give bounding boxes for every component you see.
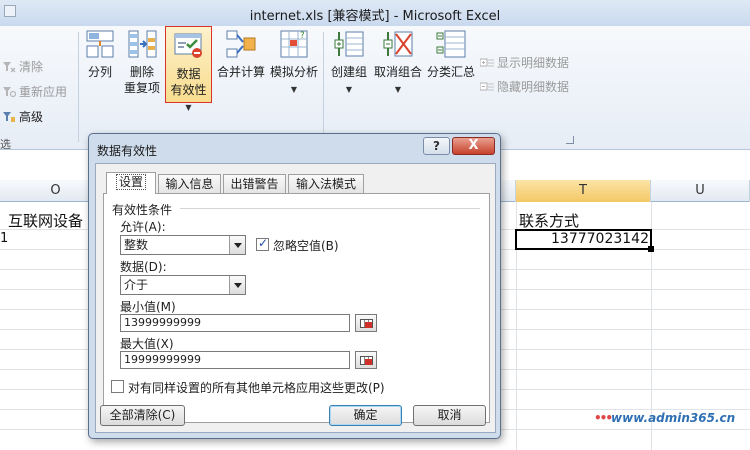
max-range-selector-button[interactable] <box>355 351 377 369</box>
hide-detail-icon <box>480 82 494 90</box>
group-separator <box>78 32 79 142</box>
ignore-blank-label: 忽略空值(B) <box>273 239 339 253</box>
max-value-input[interactable]: 19999999999 <box>120 351 350 369</box>
remove-duplicates-button[interactable]: 删除 重复项 <box>120 28 164 96</box>
sort-filter-group-label: 选 <box>0 138 11 151</box>
data-validation-button[interactable]: 数据 有效性 ▼ <box>165 26 212 112</box>
whatif-analysis-icon: ? <box>278 28 310 60</box>
clear-label: 清除 <box>19 60 44 74</box>
remove-duplicates-icon <box>126 28 158 60</box>
tab-settings-label: 设置 <box>115 174 146 190</box>
cell-t1[interactable]: 联系方式 <box>519 210 579 231</box>
data-validation-line2: 有效性 ▼ <box>170 83 207 112</box>
fill-handle[interactable] <box>648 246 654 252</box>
ungroup-icon <box>382 28 414 60</box>
hide-detail-button[interactable]: 隐藏明细数据 <box>480 78 569 95</box>
ignore-blank-checkbox[interactable] <box>256 236 269 251</box>
title-bar: internet.xls [兼容模式] - Microsoft Excel <box>0 0 750 26</box>
subtotal-button[interactable]: 分类汇总 <box>425 28 477 80</box>
column-header-t[interactable]: T <box>516 180 651 202</box>
group-separator <box>323 32 324 142</box>
tab-settings[interactable]: 设置 <box>106 172 156 194</box>
data-validation-dialog: 数据有效性 ? X 设置 输入信息 出错警告 输入法模式 有效性条件 允许(A)… <box>88 133 501 439</box>
max-label: 最大值(X) <box>120 337 174 351</box>
data-validation-icon <box>173 30 205 62</box>
tab-input-message[interactable]: 输入信息 <box>158 174 221 193</box>
close-button[interactable]: X <box>452 137 495 155</box>
consolidate-icon <box>225 28 257 60</box>
show-detail-button[interactable]: 显示明细数据 <box>480 54 569 71</box>
group-button[interactable]: 创建组 ▼ <box>327 28 371 98</box>
subtotal-label: 分类汇总 <box>426 65 475 79</box>
chevron-down-icon[interactable] <box>229 236 245 254</box>
help-icon: ? <box>433 139 440 153</box>
reapply-label: 重新应用 <box>19 85 68 99</box>
reapply-icon <box>3 86 16 97</box>
text-to-columns-button[interactable]: 分列 <box>82 28 118 80</box>
settings-panel: 有效性条件 允许(A): 整数 忽略空值(B) 数据(D): 介于 最小值(M)… <box>103 193 490 423</box>
cell-row2-fragment[interactable]: 1 <box>0 231 8 246</box>
advanced-filter-button[interactable]: 高级 <box>2 108 43 125</box>
tab-ime-mode[interactable]: 输入法模式 <box>288 174 364 193</box>
watermark: •••www.admin365.cn <box>594 411 736 425</box>
group-icon <box>333 28 365 60</box>
remove-duplicates-line2: 重复项 <box>123 81 160 95</box>
data-operator-value: 介于 <box>124 278 149 292</box>
cell-o1[interactable]: 互联网设备 <box>8 210 83 231</box>
remove-duplicates-line1: 删除 <box>129 65 154 79</box>
whatif-analysis-button[interactable]: ? 模拟分析 ▼ <box>268 28 320 98</box>
subtotal-icon <box>435 28 467 60</box>
apply-all-label: 对有同样设置的所有其他单元格应用这些更改(P) <box>128 381 385 395</box>
dropdown-arrow-icon: ▼ <box>290 85 298 94</box>
min-value-input[interactable]: 13999999999 <box>120 314 350 332</box>
cell-t2[interactable]: 13777023142 <box>519 231 649 247</box>
close-icon: X <box>468 138 479 153</box>
advanced-filter-icon <box>3 111 15 122</box>
dialog-body: 设置 输入信息 出错警告 输入法模式 有效性条件 允许(A): 整数 忽略空值(… <box>95 163 496 433</box>
section-title: 有效性条件 <box>112 203 173 217</box>
allow-select[interactable]: 整数 <box>120 235 246 255</box>
reapply-button[interactable]: 重新应用 <box>2 83 67 100</box>
data-operator-select[interactable]: 介于 <box>120 275 246 295</box>
clear-button[interactable]: 清除 <box>2 58 43 75</box>
window-title: internet.xls [兼容模式] - Microsoft Excel <box>249 9 501 24</box>
text-to-columns-icon <box>84 28 116 60</box>
show-detail-label: 显示明细数据 <box>497 56 570 70</box>
svg-text:?: ? <box>300 31 305 41</box>
ok-button[interactable]: 确定 <box>329 405 402 426</box>
advanced-label: 高级 <box>19 110 44 124</box>
min-range-selector-button[interactable] <box>355 314 377 332</box>
section-divider <box>180 208 480 209</box>
dropdown-arrow-icon: ▼ <box>394 85 402 94</box>
data-label: 数据(D): <box>120 260 167 274</box>
clear-filter-icon <box>3 61 16 72</box>
whatif-analysis-label: 模拟分析 <box>269 65 318 79</box>
consolidate-button[interactable]: 合并计算 <box>214 28 268 80</box>
column-header-u[interactable]: U <box>651 180 750 202</box>
allow-label: 允许(A): <box>120 220 166 234</box>
ungroup-button[interactable]: 取消组合 ▼ <box>372 28 424 98</box>
dropdown-arrow-icon: ▼ <box>345 85 353 94</box>
help-button[interactable]: ? <box>423 137 450 155</box>
allow-value: 整数 <box>124 238 149 252</box>
apply-all-checkbox[interactable] <box>111 380 124 393</box>
dialog-launcher-icon[interactable] <box>566 136 574 144</box>
consolidate-label: 合并计算 <box>216 65 265 79</box>
cancel-button[interactable]: 取消 <box>413 405 486 426</box>
text-to-columns-label: 分列 <box>87 65 112 79</box>
dialog-title: 数据有效性 <box>97 144 158 158</box>
show-detail-icon <box>480 58 494 66</box>
group-label: 创建组 <box>330 65 367 79</box>
data-validation-line1: 数据 <box>176 67 201 81</box>
dropdown-arrow-icon: ▼ <box>185 103 192 112</box>
hide-detail-label: 隐藏明细数据 <box>497 80 570 94</box>
ungroup-label: 取消组合 <box>373 65 422 79</box>
ribbon: 清除 重新应用 高级 选 分列 删除 重复项 数据 有效性 ▼ 合并计算 ? 模… <box>0 26 750 151</box>
chevron-down-icon[interactable] <box>229 276 245 294</box>
min-label: 最小值(M) <box>120 300 176 314</box>
clear-all-button[interactable]: 全部清除(C) <box>100 405 185 426</box>
tab-error-alert[interactable]: 出错警告 <box>223 174 286 193</box>
